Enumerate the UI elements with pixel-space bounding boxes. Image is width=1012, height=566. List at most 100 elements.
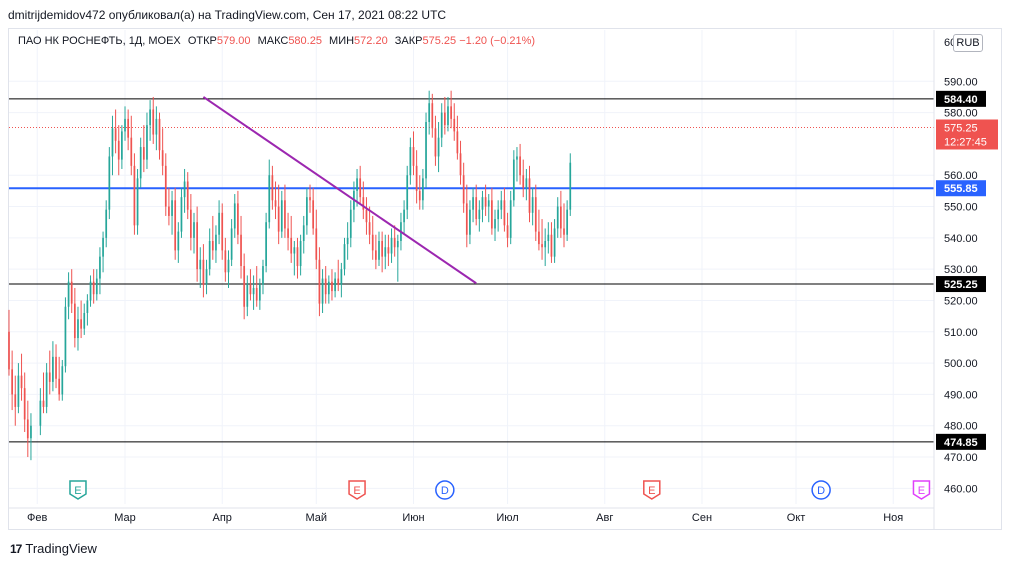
candle-body <box>494 219 496 229</box>
candle-body <box>375 250 377 260</box>
candle-body <box>500 200 503 210</box>
candle-body <box>437 137 440 157</box>
x-tick-label: Окт <box>787 512 806 524</box>
candle-body <box>174 200 177 251</box>
candle <box>547 222 550 254</box>
candle <box>556 197 559 238</box>
candle-body <box>321 278 324 304</box>
candle-body <box>64 306 67 367</box>
event-marker-label: E <box>353 485 360 497</box>
candle <box>541 219 543 260</box>
candle-body <box>469 209 471 235</box>
candle <box>152 96 155 144</box>
candle-body <box>61 366 64 395</box>
candle-body <box>121 131 123 160</box>
candle-body <box>39 400 42 426</box>
candle-body <box>309 197 311 201</box>
x-tick-label: Ноя <box>883 512 903 524</box>
candle-body <box>440 112 443 138</box>
price-label-text: 584.40 <box>944 94 978 106</box>
currency-button[interactable]: RUB <box>953 34 983 52</box>
candle <box>139 137 142 188</box>
candle <box>296 237 299 279</box>
candle-body <box>211 240 214 251</box>
candle-body <box>525 178 528 188</box>
candle <box>516 147 518 182</box>
candle <box>412 131 415 176</box>
y-tick-label: 520.00 <box>944 295 978 307</box>
candle <box>425 112 427 188</box>
candle-body <box>456 131 459 154</box>
candle <box>284 184 286 238</box>
candle-body <box>569 162 572 210</box>
candle-body <box>447 106 449 126</box>
candle-body <box>277 206 280 232</box>
candle <box>315 209 318 270</box>
candle <box>86 294 89 326</box>
candle-body <box>224 250 227 273</box>
candle-body <box>114 128 117 141</box>
grid <box>9 30 934 504</box>
y-tick-label: 580.00 <box>944 108 978 120</box>
candle-body <box>58 378 61 395</box>
candle <box>462 162 465 213</box>
candle-body <box>73 303 76 339</box>
candle-body <box>23 388 26 420</box>
candle-body <box>262 266 264 285</box>
candle-body <box>531 197 534 213</box>
candle-body <box>127 118 130 138</box>
candle <box>274 181 277 220</box>
candle <box>30 413 32 461</box>
candle <box>11 350 13 411</box>
candle-body <box>403 209 405 223</box>
candle-body <box>252 287 255 295</box>
candle-body <box>503 200 506 226</box>
earnings-marker-icon: E <box>348 480 366 500</box>
candle-body <box>390 237 393 254</box>
candle-body <box>472 197 474 210</box>
candle <box>393 225 396 257</box>
candlestick-chart[interactable]: E E D E D E 460.00 470.00 480.00 490.00 500.00 510… <box>0 0 1012 566</box>
candle-body <box>190 209 192 238</box>
candle-body <box>563 228 565 235</box>
candle <box>302 215 305 254</box>
candle <box>368 206 371 245</box>
candle-body <box>208 240 211 270</box>
candle <box>237 190 239 245</box>
candle <box>497 200 500 232</box>
candle <box>337 259 340 292</box>
candle <box>77 306 79 351</box>
candle <box>121 125 123 169</box>
candle-body <box>393 237 396 248</box>
candle <box>390 228 393 263</box>
candle-body <box>243 266 246 307</box>
candle <box>215 225 217 263</box>
candle <box>80 300 82 339</box>
candle <box>70 269 73 314</box>
candle <box>503 187 506 232</box>
legend-change: −1.20 (−0.21%) <box>459 35 536 47</box>
candle-body <box>246 284 249 307</box>
legend-close-label: ЗАКР <box>394 35 423 47</box>
candle <box>17 363 20 414</box>
candle <box>280 190 283 238</box>
candle <box>180 187 183 238</box>
candle-body <box>80 319 82 329</box>
candle-body <box>152 109 155 135</box>
footer-brand[interactable]: 17 TradingView <box>10 541 97 556</box>
candle <box>475 184 478 226</box>
candle <box>158 112 161 160</box>
y-tick-label: 530.00 <box>944 264 978 276</box>
candle <box>268 159 271 229</box>
candle <box>230 219 233 267</box>
candle <box>384 234 387 270</box>
candle <box>447 96 449 132</box>
dividend-marker-icon: D <box>435 480 455 500</box>
candle-body <box>258 284 261 301</box>
candle-body <box>324 278 327 295</box>
candle <box>221 203 224 260</box>
candle <box>491 187 493 235</box>
x-tick-label: Авг <box>596 512 613 524</box>
candle <box>306 187 308 235</box>
candle-body <box>443 112 446 126</box>
